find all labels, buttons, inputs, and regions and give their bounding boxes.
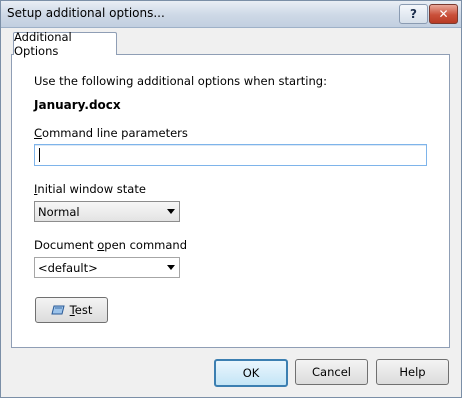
close-icon[interactable]: ✕ [429,4,458,24]
tab-panel: Use the following additional options whe… [11,54,450,348]
ok-button[interactable]: OK [214,359,288,387]
test-button[interactable]: Test [35,297,108,323]
eraser-icon [51,305,65,315]
initial-window-state-label: Initial window state [34,182,146,196]
chevron-down-icon [167,209,175,214]
dialog-window: Setup additional options... ? ✕ Addition… [0,0,462,398]
window-title: Setup additional options... [7,6,165,20]
title-bar: Setup additional options... ? ✕ [1,1,461,28]
text-caret [39,148,40,162]
document-open-command-label: Document open command [34,238,187,252]
command-line-label: Command line parameters [34,126,188,140]
help-icon[interactable]: ? [399,4,428,24]
intro-text: Use the following additional options whe… [34,74,327,88]
file-name: January.docx [34,98,121,112]
tab-additional-options[interactable]: Additional Options [13,30,117,58]
help-button[interactable]: Help [376,359,449,385]
initial-window-state-select[interactable]: Normal [34,201,180,222]
command-line-input[interactable] [34,144,427,166]
chevron-down-icon [167,265,175,270]
document-open-command-select[interactable]: <default> [34,257,180,278]
test-button-label: Test [69,303,93,317]
cancel-button[interactable]: Cancel [295,359,368,385]
